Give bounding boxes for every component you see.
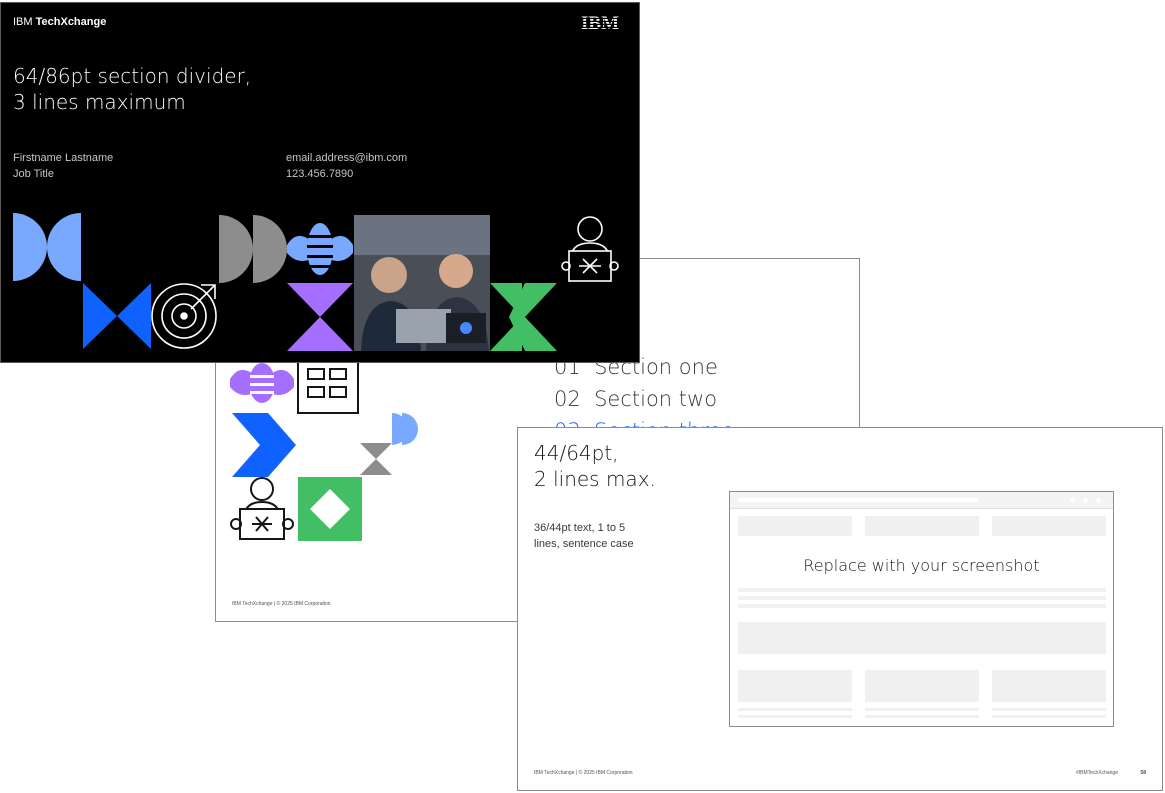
placeholder-card <box>738 516 852 536</box>
contact-info: email.address@ibm.com 123.456.7890 <box>286 150 407 182</box>
placeholder-line <box>738 715 852 718</box>
placeholder-line <box>865 708 979 711</box>
placeholder-caption: Replace with your screenshot <box>803 556 1040 575</box>
section-title: 64/86pt section divider, 3 lines maximum <box>13 64 252 114</box>
section-divider-slide[interactable]: IBM TechXchange IBM 64/86pt section divi… <box>0 2 640 363</box>
green-chevron-shape <box>490 283 557 351</box>
browser-bar <box>730 492 1113 509</box>
placeholder-card <box>865 670 979 702</box>
placeholder-line <box>738 596 1106 600</box>
window-dot-icon <box>1096 498 1101 503</box>
blue-arrow-shape <box>83 283 117 349</box>
slide-footer: IBM TechXchange | © 2025 IBM Corporation <box>232 601 331 607</box>
pictogram-collage <box>230 357 418 541</box>
hourglass-pictogram <box>360 413 418 475</box>
bee-pictogram <box>287 223 353 275</box>
placeholder-card <box>738 670 852 702</box>
agenda-item-2: 02 Section two <box>554 387 718 411</box>
green-diamond-shape <box>298 477 362 541</box>
bee-pictogram <box>230 363 294 403</box>
url-bar <box>738 498 978 502</box>
chevron-shape <box>232 413 296 477</box>
contact-email: email.address@ibm.com <box>286 152 408 164</box>
slide-footer: IBM TechXchange | © 2025 IBM Corporation <box>534 770 633 776</box>
pictogram-strip <box>13 213 619 351</box>
window-dot-icon <box>1070 498 1075 503</box>
person-network-icon <box>561 216 619 282</box>
presenter-info: Firstname Lastname Job Title <box>13 150 113 182</box>
contact-phone: 123.456.7890 <box>286 168 354 180</box>
hashtag: #IBMTechXchange <box>1076 770 1118 776</box>
placeholder-line <box>992 708 1106 711</box>
window-dot-icon <box>1083 498 1088 503</box>
brand-label: IBM TechXchange <box>13 16 107 28</box>
screenshot-slide[interactable]: 44/64pt, 2 lines max. 36/44pt text, 1 to… <box>517 427 1163 791</box>
page-number: 58 <box>1140 770 1146 776</box>
gray-semicircle-shape <box>219 215 287 283</box>
placeholder-card <box>992 670 1106 702</box>
purple-hourglass-shape <box>287 283 353 351</box>
slide-body-text: 36/44pt text, 1 to 5 lines, sentence cas… <box>534 522 634 550</box>
bowtie-shape <box>13 213 81 281</box>
svg-text:IBM: IBM <box>581 13 619 31</box>
event-photo <box>354 215 490 351</box>
placeholder-card <box>992 516 1106 536</box>
blue-arrow-shape <box>117 283 151 349</box>
grid-icon <box>297 357 359 414</box>
screenshot-placeholder[interactable]: Replace with your screenshot <box>729 491 1114 727</box>
presenter-name: Firstname Lastname <box>13 152 114 164</box>
target-icon <box>151 283 217 349</box>
placeholder-line <box>992 715 1106 718</box>
placeholder-line <box>865 715 979 718</box>
placeholder-banner <box>738 622 1106 654</box>
presenter-job-title: Job Title <box>13 168 54 180</box>
placeholder-card <box>865 516 979 536</box>
placeholder-line <box>738 604 1106 608</box>
slide-title: 44/64pt, 2 lines max. <box>534 441 656 491</box>
placeholder-line <box>738 588 1106 592</box>
ibm-logo: IBM <box>581 13 619 31</box>
placeholder-line <box>738 708 852 711</box>
person-network-icon <box>230 477 294 540</box>
